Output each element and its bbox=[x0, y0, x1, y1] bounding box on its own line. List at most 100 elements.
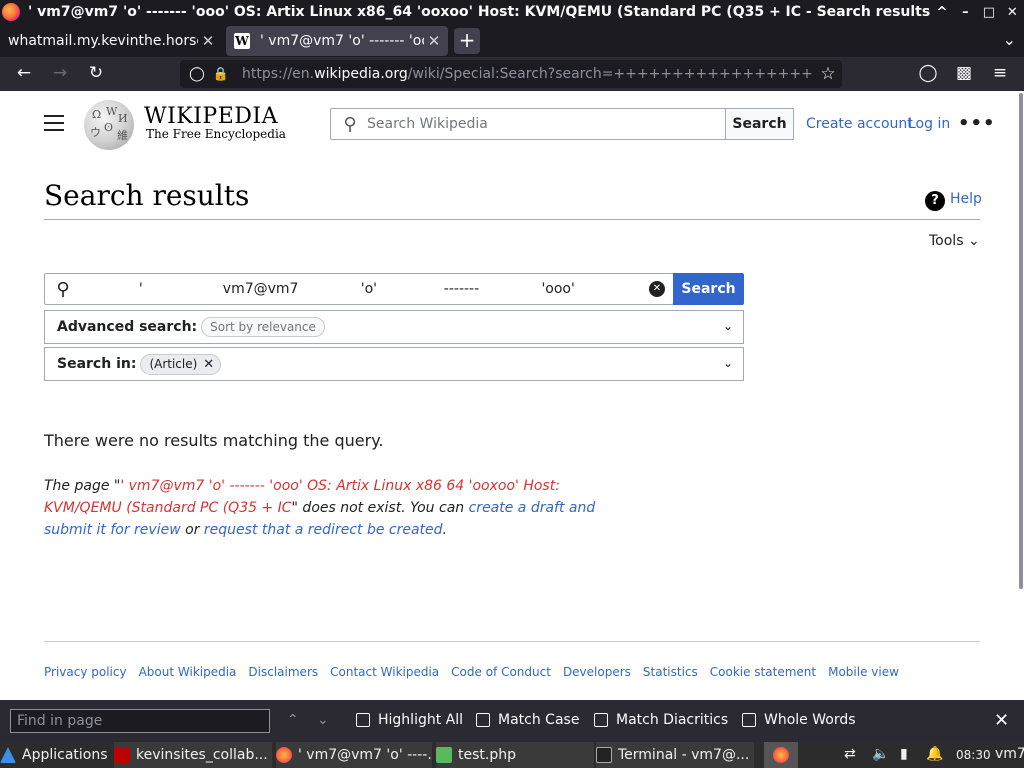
tab-label: whatmail.my.kevinthe.horse/ bbox=[8, 33, 198, 49]
page-title: Search results bbox=[44, 179, 250, 212]
network-transfer-icon[interactable]: ⇄ bbox=[844, 746, 856, 762]
match-case-checkbox[interactable]: Match Case bbox=[476, 712, 579, 728]
query-input[interactable]: ' vm7@vm7 'o' ------- 'ooo' bbox=[81, 281, 649, 297]
taskbar-item-filezilla[interactable]: kevinsites_collab... bbox=[114, 742, 272, 768]
header-search-input[interactable] bbox=[367, 116, 725, 132]
forward-arrow-icon[interactable]: → bbox=[48, 63, 72, 83]
title-divider bbox=[44, 219, 980, 220]
tab-bar: whatmail.my.kevinthe.horse/ ✕ W ' vm7@vm… bbox=[0, 24, 1024, 57]
tools-label: Tools bbox=[929, 233, 964, 249]
window-maximize-button[interactable]: □ bbox=[977, 5, 1000, 20]
highlight-all-checkbox[interactable]: Highlight All bbox=[356, 712, 463, 728]
taskbar-item-firefox[interactable]: ' vm7@vm7 'o' ----... bbox=[276, 742, 432, 768]
footer-link-mobile[interactable]: Mobile view bbox=[828, 665, 899, 679]
firefox-logo-icon bbox=[2, 3, 20, 21]
taskbar-item-terminal[interactable]: Terminal - vm7@... bbox=[596, 742, 754, 768]
window-up-button[interactable]: ^ bbox=[930, 5, 953, 20]
create-account-link[interactable]: Create account bbox=[806, 116, 913, 132]
list-all-tabs-chevron-icon[interactable]: ⌄ bbox=[1003, 30, 1016, 49]
match-diacritics-checkbox[interactable]: Match Diacritics bbox=[594, 712, 728, 728]
namespace-chip-label: (Article) bbox=[149, 357, 198, 371]
close-find-bar-icon[interactable]: ✕ bbox=[994, 710, 1009, 731]
tools-dropdown[interactable]: Tools ⌄ bbox=[929, 233, 980, 249]
app-menu-hamburger-icon[interactable]: ≡ bbox=[988, 63, 1012, 83]
find-bar: ⌃ ⌄ Highlight All Match Case Match Diacr… bbox=[0, 700, 1024, 742]
footer-link-disclaimers[interactable]: Disclaimers bbox=[248, 665, 318, 679]
window-minimize-button[interactable]: – bbox=[954, 5, 977, 20]
find-next-arrow-icon[interactable]: ⌄ bbox=[317, 712, 329, 728]
footer-link-privacy[interactable]: Privacy policy bbox=[44, 665, 127, 679]
footer-link-about[interactable]: About Wikipedia bbox=[139, 665, 237, 679]
header-search-button[interactable]: Search bbox=[725, 108, 794, 140]
clear-query-icon[interactable]: ✕ bbox=[649, 281, 665, 297]
search-icon: ⚲ bbox=[343, 113, 357, 135]
header-search-box[interactable]: ⚲ bbox=[330, 108, 726, 140]
firefox-icon bbox=[276, 747, 292, 763]
query-search-button[interactable]: Search bbox=[673, 273, 744, 305]
wikipedia-favicon-icon: W bbox=[234, 33, 250, 49]
wikipedia-wordmark[interactable]: WIKIPEDIA bbox=[144, 104, 278, 129]
find-previous-arrow-icon[interactable]: ⌃ bbox=[287, 712, 299, 728]
footer-link-cookies[interactable]: Cookie statement bbox=[710, 665, 816, 679]
query-search-field[interactable]: ⚲ ' vm7@vm7 'o' ------- 'ooo' ✕ bbox=[44, 273, 674, 305]
navigation-toolbar: ← → ↻ ◯ 🔒 https://en.wikipedia.org/wiki/… bbox=[0, 57, 1024, 91]
page-scrollbar[interactable] bbox=[1016, 91, 1024, 700]
url-bar[interactable]: ◯ 🔒 https://en.wikipedia.org/wiki/Specia… bbox=[180, 60, 842, 88]
sort-chip[interactable]: Sort by relevance bbox=[201, 317, 325, 337]
chevron-down-icon[interactable]: ⌄ bbox=[723, 356, 733, 370]
applications-menu-button[interactable]: Applications bbox=[0, 742, 108, 768]
taskbar-item-editor[interactable]: test.php bbox=[436, 742, 594, 768]
namespace-chip[interactable]: (Article) ✕ bbox=[140, 353, 222, 375]
checkbox-icon bbox=[742, 713, 756, 727]
battery-icon[interactable]: ▮ bbox=[900, 746, 908, 762]
main-menu-hamburger-icon[interactable] bbox=[44, 115, 64, 136]
user-name[interactable]: vm7 bbox=[995, 746, 1024, 762]
help-question-icon[interactable]: ? bbox=[925, 191, 945, 211]
checkbox-icon bbox=[594, 713, 608, 727]
checkbox-icon bbox=[476, 713, 490, 727]
tab-close-icon[interactable]: ✕ bbox=[424, 32, 444, 50]
tab-close-icon[interactable]: ✕ bbox=[198, 32, 218, 50]
tab-whatmail[interactable]: whatmail.my.kevinthe.horse/ ✕ bbox=[0, 26, 222, 56]
footer-link-conduct[interactable]: Code of Conduct bbox=[451, 665, 551, 679]
find-in-page-input[interactable] bbox=[10, 709, 270, 733]
request-redirect-link[interactable]: request that a redirect be created bbox=[204, 522, 443, 538]
account-icon[interactable]: ◯ bbox=[916, 63, 940, 83]
notification-bell-icon[interactable]: 🔔 bbox=[926, 746, 943, 762]
search-icon: ⚲ bbox=[56, 278, 70, 300]
chevron-down-icon[interactable]: ⌄ bbox=[723, 319, 733, 333]
more-options-ellipsis-icon[interactable]: ••• bbox=[958, 113, 996, 134]
footer-link-developers[interactable]: Developers bbox=[563, 665, 631, 679]
window-titlebar: ' vm7@vm7 'o' ------- 'ooo' OS: Artix Li… bbox=[0, 0, 1024, 24]
applications-icon bbox=[0, 747, 16, 763]
tab-wikipedia-search[interactable]: W ' vm7@vm7 'o' ------- 'ooo' ✕ bbox=[226, 26, 448, 56]
advanced-search-panel[interactable]: Advanced search: Sort by relevance ⌄ bbox=[44, 310, 744, 344]
tracking-protection-shield-icon[interactable]: ◯ bbox=[184, 66, 210, 82]
window-close-button[interactable]: ✕ bbox=[1001, 5, 1024, 20]
reload-icon[interactable]: ↻ bbox=[84, 63, 108, 83]
clock[interactable]: 08:30 bbox=[956, 748, 991, 762]
footer-link-contact[interactable]: Contact Wikipedia bbox=[330, 665, 439, 679]
remove-chip-icon[interactable]: ✕ bbox=[203, 357, 214, 372]
wikipedia-globe-logo[interactable]: ΩWИ ウʘ維 bbox=[84, 100, 134, 150]
taskbar: Applications kevinsites_collab... ' vm7@… bbox=[0, 742, 1024, 768]
lock-icon[interactable]: 🔒 bbox=[210, 67, 232, 82]
footer-links: Privacy policy About Wikipedia Disclaime… bbox=[44, 665, 899, 679]
tab-label: ' vm7@vm7 'o' ------- 'ooo' bbox=[260, 33, 424, 49]
help-link[interactable]: Help bbox=[950, 191, 982, 207]
match-diacritics-label: Match Diacritics bbox=[616, 712, 729, 728]
filezilla-icon bbox=[114, 747, 130, 763]
footer-link-statistics[interactable]: Statistics bbox=[643, 665, 698, 679]
bookmark-star-icon[interactable]: ☆ bbox=[814, 64, 842, 84]
extensions-puzzle-icon[interactable]: ▩ bbox=[952, 63, 976, 83]
whole-words-checkbox[interactable]: Whole Words bbox=[742, 712, 856, 728]
scrollbar-thumb[interactable] bbox=[1019, 93, 1023, 589]
volume-icon[interactable]: 🔈 bbox=[872, 746, 889, 762]
chevron-down-icon: ⌄ bbox=[967, 233, 980, 249]
search-in-panel[interactable]: Search in: (Article) ✕ ⌄ bbox=[44, 347, 744, 381]
url-text[interactable]: https://en.wikipedia.org/wiki/Special:Se… bbox=[242, 66, 814, 82]
taskbar-firefox-launcher[interactable] bbox=[764, 742, 798, 768]
log-in-link[interactable]: Log in bbox=[908, 116, 950, 132]
back-arrow-icon[interactable]: ← bbox=[12, 63, 36, 83]
new-tab-button[interactable]: + bbox=[454, 28, 480, 54]
